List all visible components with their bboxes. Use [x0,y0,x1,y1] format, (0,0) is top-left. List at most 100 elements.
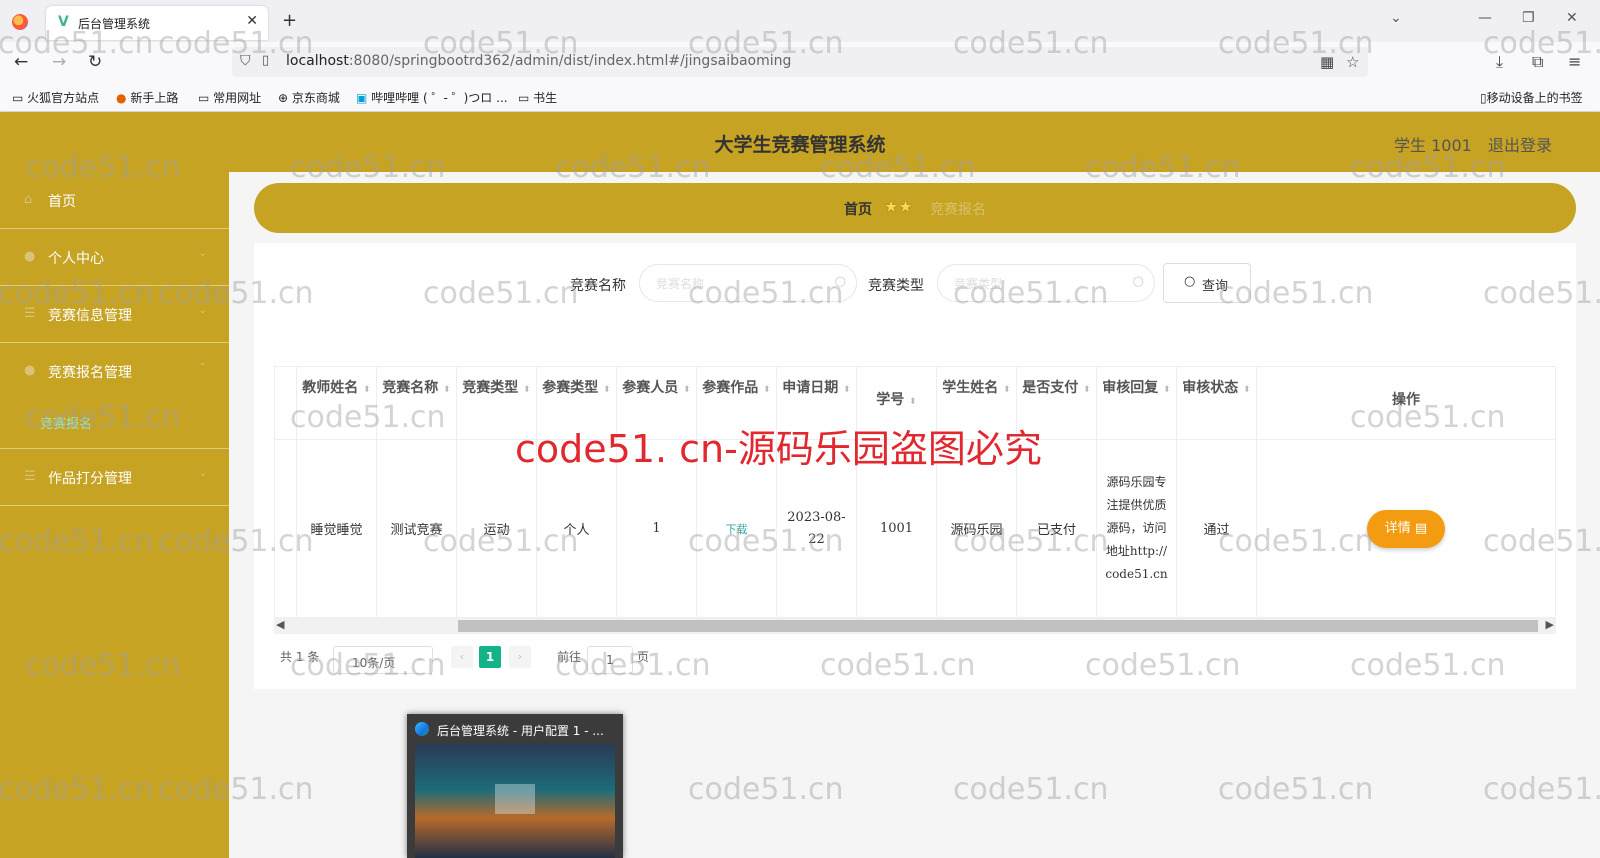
horizontal-scrollbar[interactable]: ◀ ▶ [274,618,1556,634]
new-tab-icon[interactable]: + [282,10,297,31]
search-icon: ○ [1184,274,1196,289]
goto-prefix: 前往 [557,650,582,664]
menu-icon[interactable]: ≡ [1568,52,1581,71]
browser-nav-bar: ← → ↻ ⛉ ▯ localhost:8080/springbootrd362… [0,42,1600,82]
minimize-icon[interactable]: — [1478,10,1492,26]
list-icon: ☰ [24,469,36,484]
sidebar-item-registration[interactable]: ● 竞赛报名管理 ⌃ [0,343,229,449]
scrollbar-thumb[interactable] [458,620,1538,632]
bookmark-item[interactable]: ▣ 哔哩哔哩 ( ゜- ゜)つロ ... [356,89,508,106]
sidebar-item-home[interactable]: ⌂ 首页 [0,172,229,229]
breadcrumb-home[interactable]: 首页 [844,199,872,219]
table-header[interactable]: 是否支付 ⬍ [1017,367,1097,440]
table-header[interactable]: 竞赛类型 ⬍ [457,367,537,440]
bookmark-item[interactable]: ⊕ 京东商城 [278,89,340,106]
downloads-icon[interactable]: ⤓ [1496,52,1503,72]
table-header[interactable]: 审核状态 ⬍ [1177,367,1257,440]
bookmark-item[interactable]: ▭ 火狐官方站点 [12,89,99,106]
restore-icon[interactable]: ❐ [1522,10,1535,26]
sort-icon[interactable]: ⬍ [523,385,531,395]
table-cell: 1 [617,440,697,617]
table-cell: 下载 [697,440,777,617]
table-header[interactable]: 申请日期 ⬍ [777,367,857,440]
list-icon: ● [24,363,36,378]
firefox-icon[interactable] [12,14,28,30]
sort-icon[interactable]: ⬍ [909,397,917,407]
page-info-icon[interactable]: ▯ [262,53,269,68]
chevron-down-icon: ⌄ [198,248,207,259]
table-header[interactable]: 参赛作品 ⬍ [697,367,777,440]
preview-title: 后台管理系统 - 用户配置 1 - ... [437,724,604,738]
chevron-down-icon: ⌄ [198,305,207,316]
search-icon: ○ [1132,274,1144,289]
download-link[interactable]: 下载 [726,521,748,537]
back-icon[interactable]: ← [14,52,28,72]
detail-button[interactable]: 详情 ▤ [1367,509,1445,548]
sidebar-subitem-registration[interactable]: 竞赛报名 [40,413,92,432]
sidebar-item-scoring[interactable]: ☰ 作品打分管理 ⌄ [0,449,229,506]
scroll-left-icon[interactable]: ◀ [276,618,284,631]
table-header[interactable]: 学生姓名 ⬍ [937,367,1017,440]
page-size-select[interactable]: 10条/页 ⌄ [333,646,433,674]
table-header[interactable]: 审核回复 ⬍ [1097,367,1177,440]
sort-icon[interactable]: ⬍ [443,385,451,395]
table-cell: 运动 [457,440,537,617]
query-button[interactable]: ○ 查询 [1163,263,1251,303]
placeholder: 竞赛类型 [954,277,1003,291]
mobile-bookmarks[interactable]: ▯移动设备上的书签 [1480,89,1583,106]
sort-icon[interactable]: ⬍ [1003,385,1011,395]
next-page-icon[interactable]: › [509,646,531,668]
search-icon: ○ [834,274,846,289]
table-header[interactable]: 参赛人员 ⬍ [617,367,697,440]
contest-type-input[interactable]: 竞赛类型 ○ [937,264,1155,302]
table-header[interactable]: 学号 ⬍ [857,367,937,440]
logout-link[interactable]: 退出登录 [1488,132,1552,156]
tab-title: 后台管理系统 [78,17,151,31]
table-header-selection [275,367,297,440]
qr-code-icon[interactable]: ▦ [1320,53,1334,71]
preview-image [415,744,615,858]
contest-name-input[interactable]: 竞赛名称 ○ [639,264,857,302]
reload-icon[interactable]: ↻ [88,52,102,72]
goto-page-input[interactable]: 1 [587,646,633,674]
bookmark-item[interactable]: ▭ 常用网址 [198,89,261,106]
query-button-label: 查询 [1202,279,1229,294]
sidebar-item-contest-info[interactable]: ☰ 竞赛信息管理 ⌄ [0,286,229,343]
table-header[interactable]: 参赛类型 ⬍ [537,367,617,440]
contest-name-label: 竞赛名称 [570,278,626,294]
sort-icon[interactable]: ⬍ [843,385,851,395]
url-text[interactable]: localhost:8080/springbootrd362/admin/dis… [286,53,791,69]
close-window-icon[interactable]: ✕ [1566,10,1578,26]
sort-icon[interactable]: ⬍ [603,385,611,395]
taskbar-preview[interactable]: 后台管理系统 - 用户配置 1 - ... [407,714,623,858]
bookmark-star-icon[interactable]: ☆ [1346,53,1359,71]
extensions-icon[interactable]: ⧉ [1532,52,1543,72]
bookmark-item[interactable]: ● 新手上路 [116,89,178,106]
bookmarks-bar: ▭ 火狐官方站点 ● 新手上路 ▭ 常用网址 ⊕ 京东商城 ▣ 哔哩哔哩 ( ゜… [0,82,1600,112]
page-size-value: 10条/页 [352,656,396,670]
close-tab-icon[interactable]: ✕ [246,13,258,29]
shield-icon[interactable]: ⛉ [240,53,251,69]
sort-icon[interactable]: ⬍ [683,385,691,395]
bookmark-item[interactable]: ▭ 书生 [518,89,557,106]
home-icon: ⌂ [24,192,33,207]
sort-icon[interactable]: ⬍ [763,385,771,395]
sort-icon[interactable]: ⬍ [363,385,371,395]
sidebar-item-profile[interactable]: ● 个人中心 ⌄ [0,229,229,286]
tab-list-icon[interactable]: ⌄ [1390,10,1402,26]
prev-page-icon[interactable]: ‹ [451,646,473,668]
table-cell-actions: 详情 ▤ [1257,440,1555,617]
page-number-current[interactable]: 1 [479,646,501,668]
browser-tab[interactable]: V 后台管理系统 ✕ [46,6,268,40]
table-header[interactable]: 教师姓名 ⬍ [297,367,377,440]
user-icon: ● [24,249,36,264]
sort-icon[interactable]: ⬍ [1163,385,1171,395]
forward-icon[interactable]: → [52,52,66,72]
url-bar[interactable]: ⛉ ▯ localhost:8080/springbootrd362/admin… [232,47,1368,77]
sidebar: ⌂ 首页 ● 个人中心 ⌄ ☰ 竞赛信息管理 ⌄ ● 竞赛报名管理 ⌃ ☰ 作品… [0,172,229,858]
sidebar-item-label: 个人中心 [48,251,104,267]
sort-icon[interactable]: ⬍ [1083,385,1091,395]
table-header[interactable]: 竞赛名称 ⬍ [377,367,457,440]
sort-icon[interactable]: ⬍ [1243,385,1251,395]
scroll-right-icon[interactable]: ▶ [1546,618,1554,631]
